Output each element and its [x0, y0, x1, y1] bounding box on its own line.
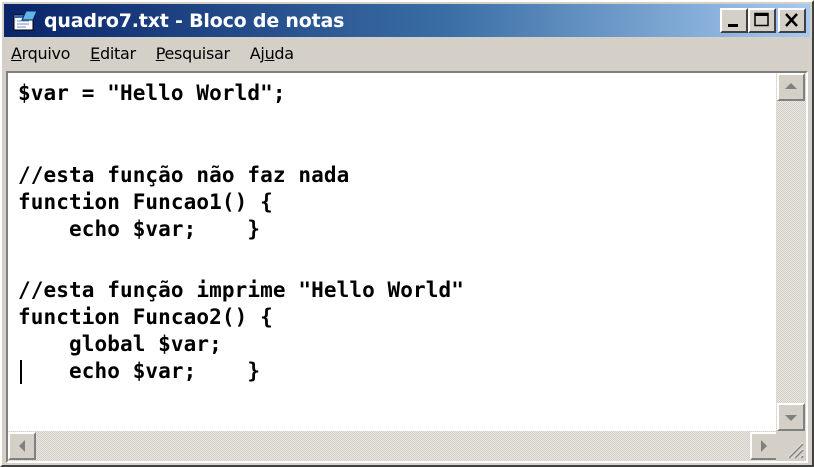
maximize-icon — [754, 12, 769, 27]
arrow-left-icon — [19, 440, 25, 452]
menu-ajuda-key: u — [264, 43, 275, 63]
menu-arquivo[interactable]: Arquivo — [11, 44, 70, 63]
editor-frame: $var = "Hello World"; //esta função não … — [6, 71, 808, 463]
notepad-window: quadro7.txt - Bloco de notas Arquivo Edi… — [0, 0, 814, 467]
code-line: function Funcao1() { — [18, 190, 273, 214]
minimize-icon — [728, 24, 738, 27]
window-title: quadro7.txt - Bloco de notas — [44, 9, 345, 32]
menu-editar[interactable]: Editar — [90, 44, 136, 63]
arrow-right-icon — [761, 440, 767, 452]
arrow-up-icon — [785, 83, 797, 89]
minimize-button[interactable] — [720, 8, 748, 33]
menu-ajuda[interactable]: Ajuda — [250, 44, 294, 63]
arrow-down-icon — [785, 415, 797, 421]
code-line: //esta função não faz nada — [18, 163, 350, 187]
scroll-right-button[interactable] — [750, 432, 778, 460]
code-line: function Funcao2() { — [18, 305, 273, 329]
code-line: echo $var; } — [18, 359, 261, 383]
menu-pesquisar-key: P — [155, 43, 165, 63]
menu-pesquisar-post: esquisar — [164, 43, 231, 63]
resize-grip-icon — [787, 442, 804, 459]
window-controls — [720, 8, 806, 33]
menu-bar: Arquivo Editar Pesquisar Ajuda — [4, 38, 810, 68]
menu-arquivo-key: A — [11, 43, 22, 63]
close-icon — [785, 13, 798, 27]
code-line: //esta função imprime "Hello World" — [18, 278, 465, 302]
text-caret — [20, 360, 22, 384]
menu-editar-key: E — [90, 43, 100, 63]
notepad-icon[interactable] — [12, 10, 38, 32]
code-line: echo $var; } — [18, 217, 261, 241]
close-button[interactable] — [778, 8, 806, 33]
horizontal-scrollbar[interactable] — [8, 431, 778, 461]
code-line: global $var; — [18, 332, 222, 356]
title-bar[interactable]: quadro7.txt - Bloco de notas — [4, 4, 810, 37]
menu-arquivo-post: rquivo — [21, 43, 71, 63]
scroll-up-button[interactable] — [777, 73, 805, 101]
text-area[interactable]: $var = "Hello World"; //esta função não … — [8, 73, 778, 431]
vertical-scrollbar[interactable] — [776, 73, 806, 431]
scroll-left-button[interactable] — [8, 432, 36, 460]
menu-ajuda-pre: Aj — [249, 43, 265, 63]
menu-pesquisar[interactable]: Pesquisar — [156, 44, 230, 63]
menu-editar-post: ditar — [99, 43, 136, 63]
maximize-button[interactable] — [748, 8, 776, 33]
menu-ajuda-post: da — [274, 43, 294, 63]
code-line: $var = "Hello World"; — [18, 81, 286, 105]
resize-grip[interactable] — [776, 431, 806, 461]
scroll-down-button[interactable] — [777, 403, 805, 431]
